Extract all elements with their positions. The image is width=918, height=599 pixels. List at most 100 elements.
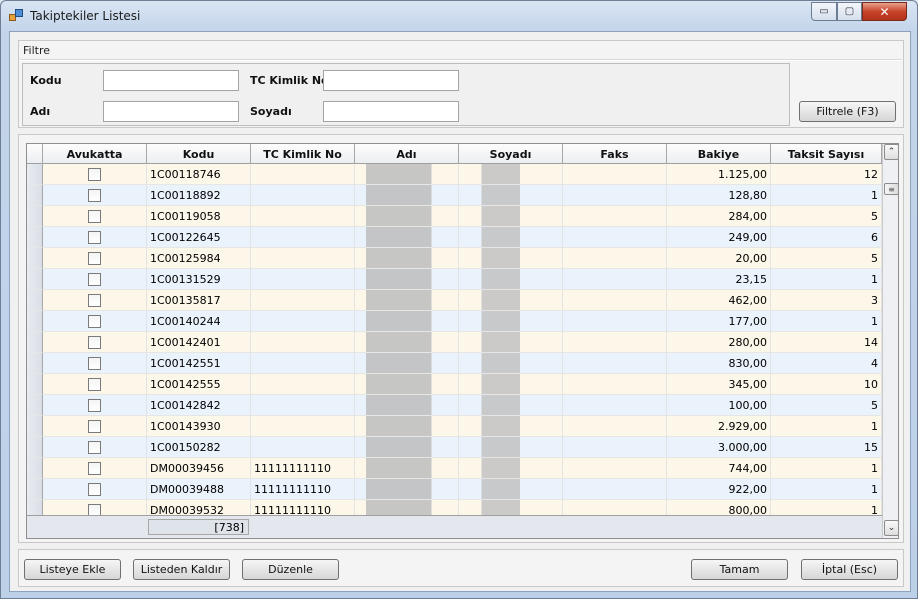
grid-header: Avukatta Kodu TC Kimlik No Adı Soyadı Fa… <box>27 144 882 164</box>
col-soyadi[interactable]: Soyadı <box>459 144 563 164</box>
table-row[interactable]: 1C00122645 249,00 6 <box>27 227 882 248</box>
avukatta-checkbox[interactable] <box>88 482 101 496</box>
row-header[interactable] <box>27 269 43 290</box>
col-taksit-sayisi[interactable]: Taksit Sayısı <box>771 144 882 164</box>
row-header[interactable] <box>27 395 43 416</box>
ok-button[interactable]: Tamam <box>691 559 788 580</box>
row-header[interactable] <box>27 227 43 248</box>
col-avukatta[interactable]: Avukatta <box>43 144 147 164</box>
redaction-mask <box>358 206 455 226</box>
table-row[interactable]: 1C00140244 177,00 1 <box>27 311 882 332</box>
col-adi[interactable]: Adı <box>355 144 459 164</box>
row-header[interactable] <box>27 374 43 395</box>
table-row[interactable]: 1C00143930 2.929,00 1 <box>27 416 882 437</box>
soyadi-cell-redacted <box>459 332 563 353</box>
title-bar[interactable]: Takiptekiler Listesi ▭ ▢ ✕ <box>1 1 917 31</box>
close-button[interactable]: ✕ <box>862 2 907 21</box>
faks-cell <box>563 458 667 479</box>
tc-kimlik-cell: 11111111110 <box>251 479 355 500</box>
table-row[interactable]: 1C00125984 20,00 5 <box>27 248 882 269</box>
scroll-down-button[interactable]: ⌄ <box>884 520 898 536</box>
row-header[interactable] <box>27 164 43 185</box>
scroll-thumb[interactable]: ≡ <box>884 183 898 195</box>
avukatta-checkbox[interactable] <box>88 356 101 370</box>
col-bakiye[interactable]: Bakiye <box>667 144 771 164</box>
table-row[interactable]: 1C00142555 345,00 10 <box>27 374 882 395</box>
maximize-button[interactable]: ▢ <box>837 2 862 21</box>
adi-label: Adı <box>30 105 51 118</box>
avukatta-checkbox[interactable] <box>88 251 101 265</box>
table-row[interactable]: 1C00150282 3.000,00 15 <box>27 437 882 458</box>
row-header[interactable] <box>27 332 43 353</box>
avukatta-checkbox[interactable] <box>88 272 101 286</box>
table-row[interactable]: 1C00135817 462,00 3 <box>27 290 882 311</box>
row-header[interactable] <box>27 437 43 458</box>
cancel-button[interactable]: İptal (Esc) <box>801 559 898 580</box>
taksit-sayisi-cell: 5 <box>771 395 882 416</box>
soyadi-cell-redacted <box>459 206 563 227</box>
row-header[interactable] <box>27 458 43 479</box>
row-header[interactable] <box>27 353 43 374</box>
avukatta-checkbox[interactable] <box>88 503 101 515</box>
avukatta-checkbox[interactable] <box>88 188 101 202</box>
table-row[interactable]: DM00039456 11111111110 744,00 1 <box>27 458 882 479</box>
row-header[interactable] <box>27 311 43 332</box>
avukatta-checkbox[interactable] <box>88 293 101 307</box>
col-tc-kimlik-no[interactable]: TC Kimlik No <box>251 144 355 164</box>
table-row[interactable]: 1C00119058 284,00 5 <box>27 206 882 227</box>
bakiye-cell: 177,00 <box>667 311 771 332</box>
adi-cell-redacted <box>355 374 459 395</box>
row-header[interactable] <box>27 479 43 500</box>
row-header[interactable] <box>27 416 43 437</box>
avukatta-cell <box>43 500 147 515</box>
vertical-scrollbar[interactable]: ⌃ ≡ ⌄ <box>882 144 898 538</box>
col-kodu[interactable]: Kodu <box>147 144 251 164</box>
avukatta-cell <box>43 185 147 206</box>
edit-button[interactable]: Düzenle <box>242 559 339 580</box>
table-row[interactable]: 1C00142401 280,00 14 <box>27 332 882 353</box>
avukatta-checkbox[interactable] <box>88 419 101 433</box>
col-faks[interactable]: Faks <box>563 144 667 164</box>
record-count: [738] <box>148 519 249 535</box>
table-row[interactable]: 1C00131529 23,15 1 <box>27 269 882 290</box>
minimize-button[interactable]: ▭ <box>811 2 837 21</box>
filter-button[interactable]: Filtrele (F3) <box>799 101 896 122</box>
followups-grid[interactable]: Avukatta Kodu TC Kimlik No Adı Soyadı Fa… <box>26 143 899 539</box>
row-header[interactable] <box>27 206 43 227</box>
avukatta-checkbox[interactable] <box>88 335 101 349</box>
redaction-mask <box>462 437 559 457</box>
row-header[interactable] <box>27 290 43 311</box>
avukatta-checkbox[interactable] <box>88 398 101 412</box>
scroll-up-button[interactable]: ⌃ <box>884 144 898 160</box>
row-header[interactable] <box>27 185 43 206</box>
avukatta-checkbox[interactable] <box>88 209 101 223</box>
filter-group-title: Filtre <box>23 44 51 57</box>
soyadi-input[interactable] <box>323 101 459 122</box>
adi-cell-redacted <box>355 353 459 374</box>
kodu-input[interactable] <box>103 70 239 91</box>
table-row[interactable]: 1C00142842 100,00 5 <box>27 395 882 416</box>
row-header[interactable] <box>27 248 43 269</box>
avukatta-checkbox[interactable] <box>88 314 101 328</box>
remove-from-list-button[interactable]: Listeden Kaldır <box>133 559 230 580</box>
avukatta-checkbox[interactable] <box>88 167 101 181</box>
table-row[interactable]: 1C00142551 830,00 4 <box>27 353 882 374</box>
faks-cell <box>563 290 667 311</box>
table-row[interactable]: 1C00118892 128,80 1 <box>27 185 882 206</box>
avukatta-checkbox[interactable] <box>88 230 101 244</box>
adi-cell-redacted <box>355 458 459 479</box>
avukatta-checkbox[interactable] <box>88 461 101 475</box>
tc-kimlik-input[interactable] <box>323 70 459 91</box>
table-row[interactable]: DM00039532 11111111110 800,00 1 <box>27 500 882 515</box>
taksit-sayisi-cell: 5 <box>771 248 882 269</box>
table-row[interactable]: 1C00118746 1.125,00 12 <box>27 164 882 185</box>
kodu-cell: DM00039488 <box>147 479 251 500</box>
table-row[interactable]: DM00039488 11111111110 922,00 1 <box>27 479 882 500</box>
redaction-mask <box>462 374 559 394</box>
kodu-cell: 1C00131529 <box>147 269 251 290</box>
avukatta-checkbox[interactable] <box>88 377 101 391</box>
adi-input[interactable] <box>103 101 239 122</box>
row-header[interactable] <box>27 500 43 515</box>
avukatta-checkbox[interactable] <box>88 440 101 454</box>
add-to-list-button[interactable]: Listeye Ekle <box>24 559 121 580</box>
